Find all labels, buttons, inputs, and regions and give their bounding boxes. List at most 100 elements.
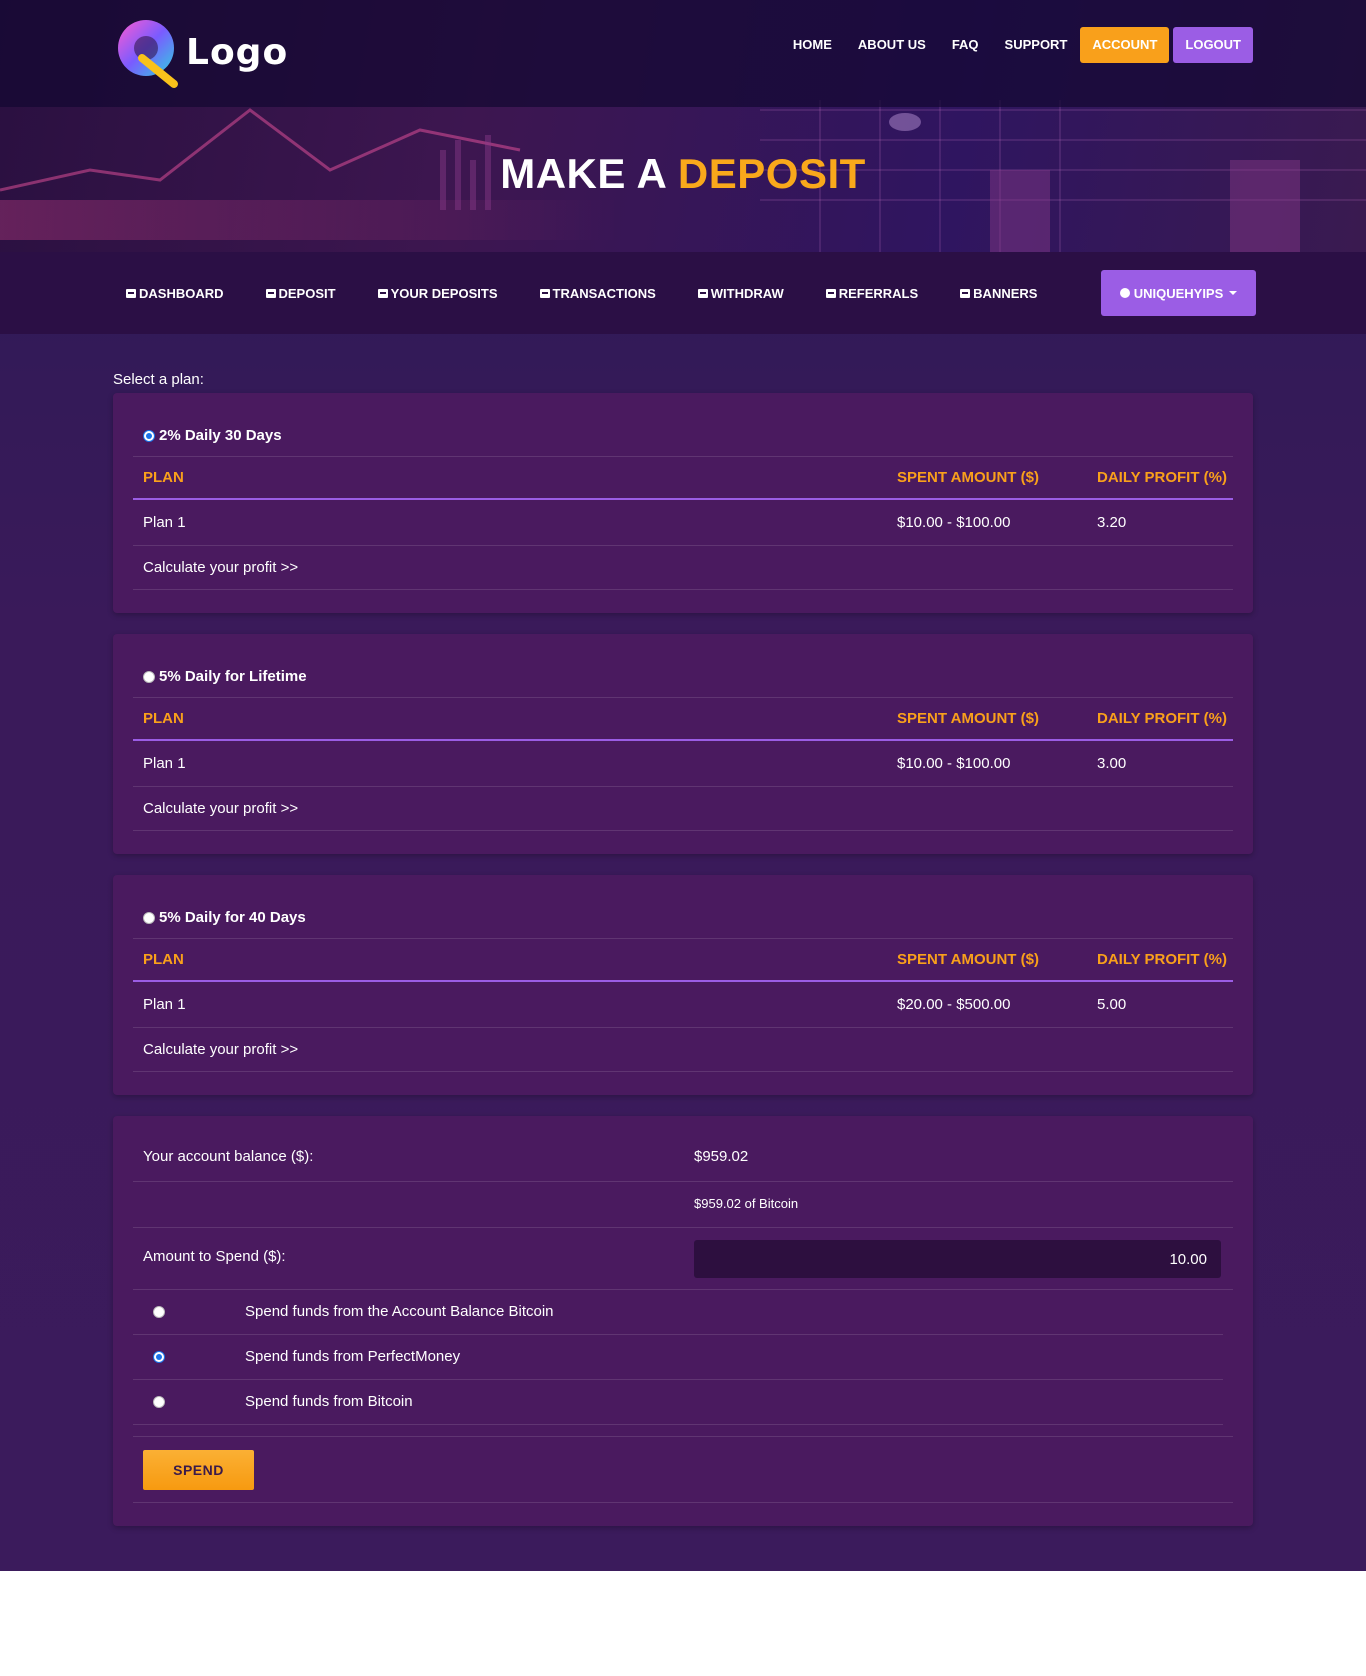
row-spent-amount: $10.00 - $100.00 [897,755,1011,772]
balance-value: $959.02 [694,1148,749,1165]
plan-option[interactable]: 2% Daily 30 Days [143,427,282,444]
plan-radio[interactable] [143,911,155,924]
col-plan-header: PLAN [143,951,184,968]
table-row: Plan 1 $10.00 - $100.00 3.20 [133,500,1233,545]
logout-button[interactable]: LOGOUT [1173,27,1253,63]
plan-table-header: PLAN SPENT AMOUNT ($) DAILY PROFIT (%) [133,938,1233,982]
plan-title: 2% Daily 30 Days [159,427,282,444]
subnav-banners[interactable]: BANNERS [960,286,1037,301]
logo-icon [118,20,178,88]
transactions-icon [539,288,550,298]
divider [133,1502,1233,1503]
balance-row: Your account balance ($): $959.02 [133,1136,1233,1182]
account-button[interactable]: ACCOUNT [1080,27,1170,63]
amount-input[interactable] [694,1240,1221,1278]
col-spent-header: SPENT AMOUNT ($) [897,469,1039,486]
banners-icon [960,288,971,298]
amount-label: Amount to Spend ($): [143,1248,286,1265]
plan-option[interactable]: 5% Daily for 40 Days [143,909,306,926]
col-profit-header: DAILY PROFIT (%) [1097,951,1228,968]
payment-method-option[interactable]: Spend funds from the Account Balance Bit… [133,1290,1223,1335]
plan-card: 5% Daily for 40 Days PLAN SPENT AMOUNT (… [113,875,1253,1095]
user-menu-button[interactable]: UNIQUEHYIPS [1101,270,1256,316]
col-spent-header: SPENT AMOUNT ($) [897,951,1039,968]
calculate-profit-link[interactable]: Calculate your profit >> [143,1041,298,1058]
amount-row: Amount to Spend ($): [133,1228,1233,1290]
subnav-withdraw[interactable]: WITHDRAW [697,285,784,301]
col-plan-header: PLAN [143,469,184,486]
row-spent-amount: $10.00 - $100.00 [897,514,1011,531]
table-row: Calculate your profit >> [133,786,1233,831]
page-title: MAKE A DEPOSIT [0,150,1366,198]
nav-about-us[interactable]: ABOUT US [845,27,939,63]
subnav-dashboard[interactable]: DASHBOARD [126,286,224,301]
spend-panel: Your account balance ($): $959.02 $959.0… [113,1116,1253,1526]
subnav-transactions[interactable]: TRANSACTIONS [539,286,656,301]
site-logo[interactable]: Logo [112,14,287,90]
withdraw-icon [697,288,708,298]
spend-button[interactable]: SPEND [143,1450,254,1490]
subnav-banners-label: BANNERS [973,285,1038,301]
caret-down-icon [1229,291,1238,295]
plan-title: 5% Daily for 40 Days [159,909,306,926]
col-profit-header: DAILY PROFIT (%) [1097,469,1228,486]
col-profit-header: DAILY PROFIT (%) [1097,710,1228,727]
divider [133,1436,1233,1437]
plan-card: 5% Daily for Lifetime PLAN SPENT AMOUNT … [113,634,1253,854]
top-header-bar: Logo HOME ABOUT US FAQ SUPPORT ACCOUNT L… [0,0,1366,107]
payment-method-option[interactable]: Spend funds from PerfectMoney [133,1335,1223,1380]
subnav-referrals-label: REFERRALS [838,285,919,301]
table-row: Calculate your profit >> [133,1027,1233,1072]
plan-table: PLAN SPENT AMOUNT ($) DAILY PROFIT (%) P… [133,938,1233,1072]
logo-text: Logo [186,32,289,73]
plan-card: 2% Daily 30 Days PLAN SPENT AMOUNT ($) D… [113,393,1253,613]
plan-radio[interactable] [143,670,155,683]
col-spent-header: SPENT AMOUNT ($) [897,710,1039,727]
method-label: Spend funds from the Account Balance Bit… [245,1303,554,1320]
method-radio[interactable] [153,1306,165,1318]
plan-title: 5% Daily for Lifetime [159,668,307,685]
nav-home[interactable]: HOME [780,27,845,63]
row-plan-name: Plan 1 [143,755,186,772]
subnav-your-deposits-label: YOUR DEPOSITS [390,285,498,301]
row-daily-profit: 3.20 [1097,514,1127,531]
method-radio[interactable] [153,1396,165,1408]
method-label: Spend funds from Bitcoin [245,1393,413,1410]
user-icon [1119,288,1130,298]
subnav-referrals[interactable]: REFERRALS [825,285,919,301]
dashboard-icon [126,288,136,298]
account-subnav: DASHBOARD DEPOSIT YOUR DEPOSITS TRANSACT… [0,252,1366,334]
your-deposits-icon [377,288,388,298]
nav-support[interactable]: SUPPORT [992,27,1081,63]
table-row: Calculate your profit >> [133,545,1233,590]
balance-detail: $959.02 of Bitcoin [694,1196,799,1211]
balance-label: Your account balance ($): [143,1148,314,1165]
table-row: Plan 1 $20.00 - $500.00 5.00 [133,982,1233,1027]
subnav-deposit[interactable]: DEPOSIT [265,285,336,301]
row-spent-amount: $20.00 - $500.00 [897,996,1011,1013]
balance-detail-row: $959.02 of Bitcoin [133,1182,1233,1228]
subnav-deposit-label: DEPOSIT [278,285,336,301]
subnav-your-deposits[interactable]: YOUR DEPOSITS [377,285,498,301]
calculate-profit-link[interactable]: Calculate your profit >> [143,800,298,817]
hero-banner: Logo HOME ABOUT US FAQ SUPPORT ACCOUNT L… [0,0,1366,252]
table-row: Plan 1 $10.00 - $100.00 3.00 [133,741,1233,786]
subnav-dashboard-label: DASHBOARD [139,285,224,301]
page: Logo HOME ABOUT US FAQ SUPPORT ACCOUNT L… [0,0,1366,1571]
row-daily-profit: 3.00 [1097,755,1127,772]
plan-option[interactable]: 5% Daily for Lifetime [143,668,307,685]
col-plan-header: PLAN [143,710,184,727]
page-title-highlight: DEPOSIT [677,150,866,197]
user-menu-label: UNIQUEHYIPS [1133,285,1224,301]
referrals-icon [825,288,836,298]
nav-faq[interactable]: FAQ [939,27,992,63]
method-radio[interactable] [153,1351,165,1363]
row-plan-name: Plan 1 [143,514,186,531]
calculate-profit-link[interactable]: Calculate your profit >> [143,559,298,576]
plan-radio[interactable] [143,429,155,442]
deposit-icon [265,288,276,298]
subnav-withdraw-label: WITHDRAW [710,285,784,301]
page-title-plain: MAKE A [500,150,666,197]
payment-method-option[interactable]: Spend funds from Bitcoin [133,1380,1223,1425]
plan-table-header: PLAN SPENT AMOUNT ($) DAILY PROFIT (%) [133,697,1233,741]
